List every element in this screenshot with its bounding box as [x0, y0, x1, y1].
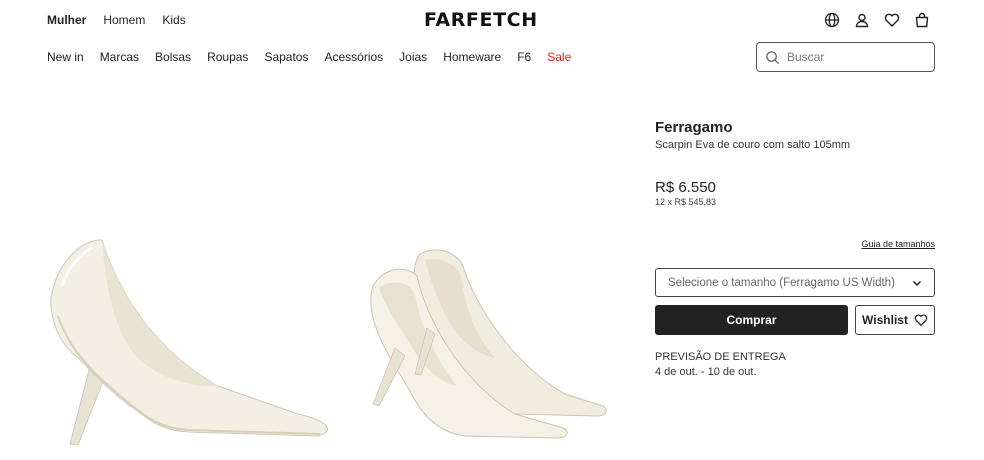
tab-kids[interactable]: Kids	[162, 13, 185, 27]
product-name: Scarpin Eva de couro com salto 105mm	[655, 139, 851, 151]
category-sale[interactable]: Sale	[547, 50, 571, 64]
size-select-label: Selecione o tamanho (Ferragamo US Width)	[668, 276, 895, 289]
category-nav: New in Marcas Bolsas Roupas Sapatos Aces…	[47, 50, 587, 64]
header-icons	[824, 12, 930, 28]
product-price: R$ 6.550	[655, 179, 716, 196]
gender-nav: Mulher Homem Kids	[47, 13, 203, 27]
category-new-in[interactable]: New in	[47, 50, 84, 64]
bag-icon[interactable]	[914, 12, 930, 28]
delivery-dates: 4 de out. - 10 de out.	[655, 366, 757, 378]
product-gallery[interactable]	[40, 220, 640, 460]
wishlist-heart-icon[interactable]	[884, 12, 900, 28]
wishlist-label: Wishlist	[862, 313, 908, 327]
tab-homem[interactable]: Homem	[103, 13, 145, 27]
category-roupas[interactable]: Roupas	[207, 50, 248, 64]
tab-mulher[interactable]: Mulher	[47, 13, 86, 27]
size-guide-link[interactable]: Guia de tamanhos	[861, 239, 935, 249]
category-acessorios[interactable]: Acessórios	[324, 50, 383, 64]
product-image-pair[interactable]	[365, 246, 610, 446]
category-marcas[interactable]: Marcas	[100, 50, 139, 64]
search-input[interactable]	[787, 50, 927, 64]
product-brand[interactable]: Ferragamo	[655, 119, 935, 136]
category-joias[interactable]: Joias	[399, 50, 427, 64]
search-box[interactable]	[756, 42, 935, 72]
heart-icon	[914, 314, 928, 327]
product-image-side[interactable]	[48, 236, 338, 458]
account-icon[interactable]	[854, 12, 870, 28]
globe-icon[interactable]	[824, 12, 840, 28]
buy-button[interactable]: Comprar	[655, 305, 848, 335]
category-f6[interactable]: F6	[517, 50, 531, 64]
installments-text: 12 x R$ 545,83	[655, 197, 717, 207]
wishlist-button[interactable]: Wishlist	[855, 305, 935, 335]
product-info: Ferragamo Scarpin Eva de couro com salto…	[655, 119, 935, 378]
farfetch-logo[interactable]: FARFETCH	[424, 9, 538, 31]
size-select[interactable]: Selecione o tamanho (Ferragamo US Width)	[655, 268, 935, 297]
delivery-title: PREVISÃO DE ENTREGA	[655, 351, 786, 363]
category-bolsas[interactable]: Bolsas	[155, 50, 191, 64]
search-icon	[766, 50, 780, 64]
category-sapatos[interactable]: Sapatos	[264, 50, 308, 64]
category-homeware[interactable]: Homeware	[443, 50, 501, 64]
chevron-down-icon	[912, 280, 922, 286]
